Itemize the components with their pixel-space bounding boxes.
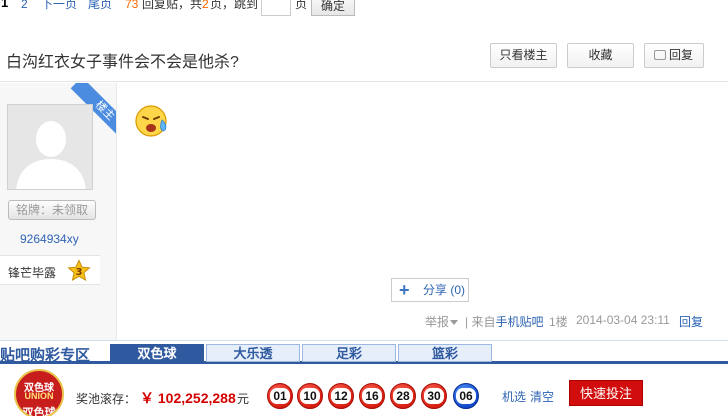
red-ball[interactable]: 16: [359, 383, 385, 409]
red-ball-number: 01: [270, 388, 290, 404]
pagination: 1 2 下一页 尾页 73 回复贴，共 2 页，跳到 页 确定: [0, 0, 728, 16]
post-reply-link[interactable]: 回复: [679, 313, 703, 330]
post-datetime: 2014-03-04 23:11: [576, 313, 670, 327]
lottery-zone-title: 贴吧购彩专区: [0, 347, 91, 364]
red-ball[interactable]: 12: [328, 383, 354, 409]
reply-count-label: 回复贴，共: [142, 0, 203, 11]
red-ball[interactable]: 30: [421, 383, 447, 409]
red-ball[interactable]: 28: [390, 383, 416, 409]
next-page-link[interactable]: 下一页: [41, 0, 77, 10]
tab-shuangseqiu[interactable]: 双色球: [110, 344, 204, 362]
report-menu[interactable]: 举报: [425, 313, 459, 330]
floor-number: 1楼: [549, 315, 568, 329]
quick-bet-button[interactable]: 快速投注: [569, 380, 643, 406]
current-page: 1: [1, 0, 9, 10]
pool-label: 奖池滚存：: [76, 392, 137, 406]
logo-line-2: UNION: [24, 391, 54, 401]
reply-icon: [654, 50, 666, 60]
pages-label: 页，跳到: [210, 0, 259, 11]
badge-button[interactable]: 铭牌：未领取: [8, 200, 96, 220]
source-prefix: | 来自: [465, 315, 496, 329]
tab-daletou[interactable]: 大乐透: [206, 344, 300, 362]
confirm-jump-button[interactable]: 确定: [311, 0, 355, 16]
source-link[interactable]: 手机贴吧: [495, 315, 543, 329]
random-pick-link[interactable]: 机选: [502, 388, 526, 405]
plus-icon: +: [399, 280, 410, 300]
level-name: 锋芒毕露: [8, 266, 57, 280]
page-2-link[interactable]: 2: [21, 0, 28, 10]
lottery-bar: 双色球 UNION 双色球 奖池滚存： ￥ 102,252,288 元 01 1…: [0, 367, 728, 416]
pool-unit: 元: [237, 392, 250, 406]
thread-title: 白沟红衣女子事件会不会是他杀?: [6, 54, 239, 71]
thread-header: 白沟红衣女子事件会不会是他杀? 只看楼主 收藏 回复: [0, 34, 728, 82]
report-label: 举报: [425, 315, 450, 329]
red-ball-number: 12: [331, 388, 351, 404]
reply-count: 73: [125, 0, 139, 11]
dropdown-arrow-icon: [450, 320, 459, 326]
default-avatar-icon: [8, 105, 92, 189]
author-panel: 楼主 铭牌：未领取 9264934xy 锋芒毕露 3: [0, 83, 117, 341]
avatar[interactable]: [7, 104, 93, 190]
blue-ball[interactable]: 06: [453, 383, 479, 409]
page-suffix: 页: [295, 0, 308, 11]
lottery-nav: 贴吧购彩专区 双色球 大乐透 足彩 篮彩: [0, 340, 728, 364]
reply-button[interactable]: 回复: [644, 43, 704, 68]
blue-ball-number: 06: [456, 388, 476, 404]
clear-link[interactable]: 清空: [530, 388, 554, 405]
reply-button-label: 回复: [668, 48, 693, 62]
red-ball-number: 28: [393, 388, 413, 404]
share-count: (0): [450, 283, 466, 297]
level-number: 3: [76, 267, 83, 278]
tab-lancai[interactable]: 篮彩: [398, 344, 492, 362]
post-source: | 来自手机贴吧: [465, 313, 543, 330]
jump-page-input[interactable]: [261, 0, 291, 16]
username-link[interactable]: 9264934xy: [20, 232, 79, 246]
favorite-button[interactable]: 收藏: [567, 43, 634, 68]
red-ball[interactable]: 01: [267, 383, 293, 409]
shuangseqiu-logo: 双色球 UNION 双色球: [14, 369, 64, 416]
share-label: 分享: [423, 283, 448, 297]
level-star-icon: 3: [67, 259, 91, 281]
tab-zucai[interactable]: 足彩: [302, 344, 396, 362]
red-ball-number: 16: [362, 388, 382, 404]
red-ball-number: 30: [424, 388, 444, 404]
red-ball-number: 10: [300, 388, 320, 404]
pool-amount: ￥ 102,252,288: [140, 390, 236, 406]
share-button[interactable]: + 分享 (0): [391, 278, 469, 302]
level-row: 锋芒毕露 3: [0, 255, 100, 285]
red-ball[interactable]: 10: [297, 383, 323, 409]
logo-line-3: 双色球: [22, 407, 56, 416]
only-op-button[interactable]: 只看楼主: [490, 43, 557, 68]
last-page-link[interactable]: 尾页: [88, 0, 112, 10]
total-pages: 2: [202, 0, 209, 11]
crying-face-icon: [135, 105, 167, 137]
